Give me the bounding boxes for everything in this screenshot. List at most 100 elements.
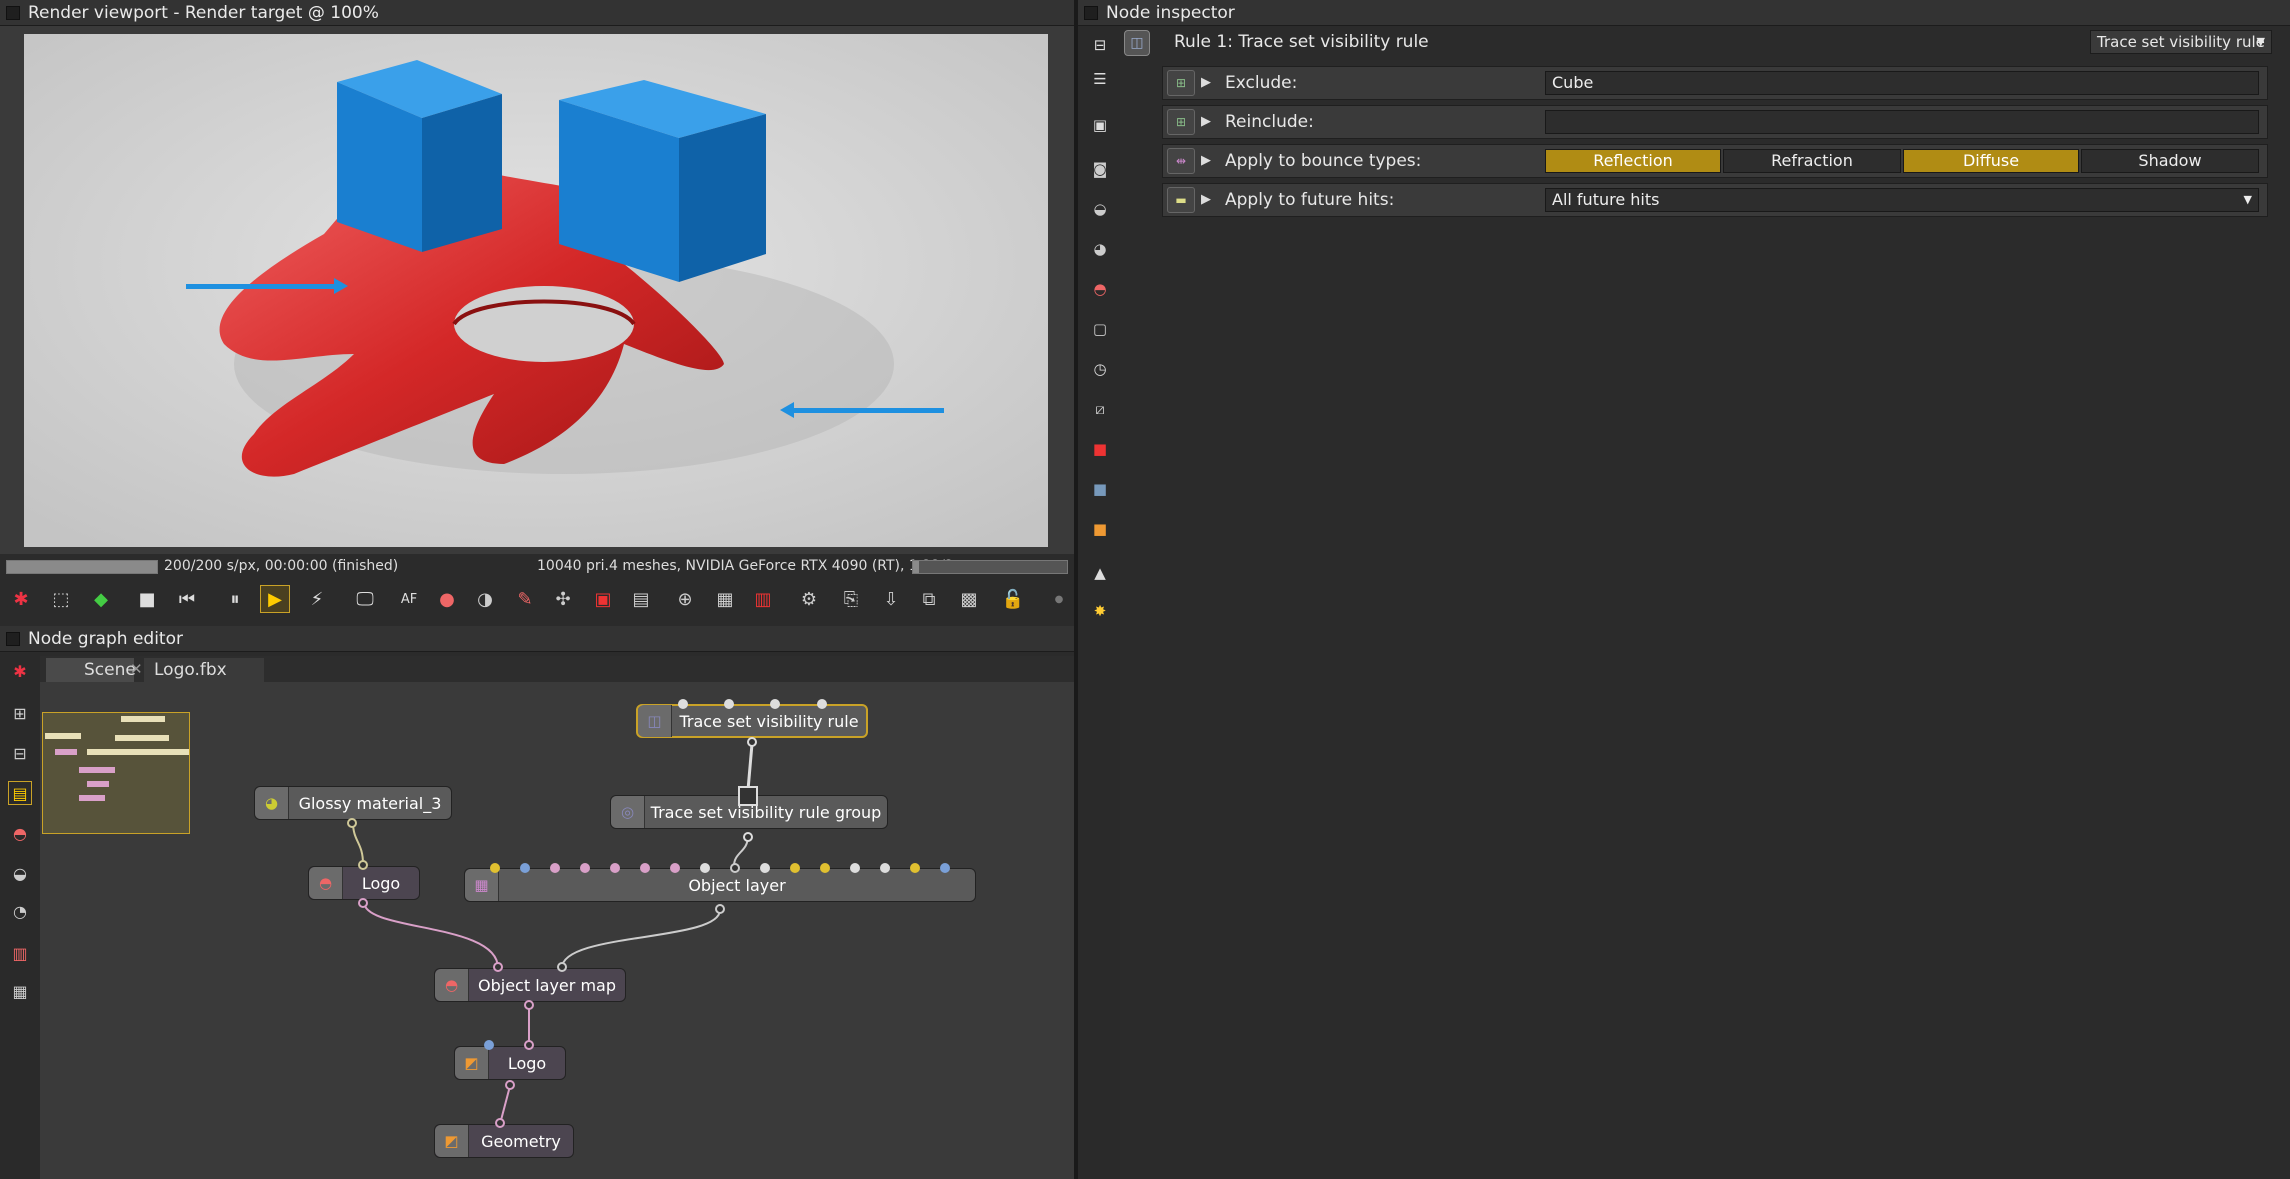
lightning-icon[interactable]: ⚡	[302, 585, 332, 613]
input-pin[interactable]	[524, 1040, 534, 1050]
output-pin[interactable]	[715, 904, 725, 914]
film-icon[interactable]: ▢	[1088, 318, 1112, 340]
output-pin[interactable]	[358, 898, 368, 908]
geometry-pin-icon[interactable]: ⊞	[1167, 109, 1195, 135]
panel-menu-icon[interactable]	[6, 632, 20, 646]
input-pin[interactable]	[678, 699, 688, 709]
camera-icon[interactable]: ◙	[1088, 158, 1112, 180]
curve-icon[interactable]: ⧄	[1088, 398, 1112, 420]
input-pin[interactable]	[770, 699, 780, 709]
node-object-layer-map[interactable]: ◓ Object layer map	[434, 968, 626, 1002]
input-pin[interactable]	[550, 863, 560, 873]
input-pin[interactable]	[640, 863, 650, 873]
image-icon[interactable]: ▣	[1088, 114, 1112, 136]
kernel-icon[interactable]: ◕	[1088, 238, 1112, 260]
clay-mode-icon[interactable]: ▥	[748, 585, 778, 613]
color-picker-icon[interactable]: ●	[432, 585, 462, 613]
input-pin[interactable]	[358, 860, 368, 870]
texture-icon[interactable]: ◔	[8, 899, 32, 923]
render-viewport[interactable]	[24, 34, 1048, 547]
input-pin[interactable]	[790, 863, 800, 873]
input-pin[interactable]	[484, 1040, 494, 1050]
input-pin[interactable]	[580, 863, 590, 873]
list-icon[interactable]: ☰	[1088, 68, 1112, 90]
node-object-layer[interactable]: ▦ Object layer	[464, 868, 976, 902]
output-pin[interactable]	[524, 1000, 534, 1010]
bounce-diffuse-toggle[interactable]: Diffuse	[1903, 149, 2079, 173]
expand-arrow-icon[interactable]: ▶	[1201, 145, 1211, 177]
play-icon[interactable]: ▶	[260, 585, 290, 613]
landscape-icon[interactable]: ▲	[1088, 562, 1112, 584]
input-pin[interactable]	[730, 863, 740, 873]
node-geometry[interactable]: ◩ Geometry	[434, 1124, 574, 1158]
input-pin[interactable]	[493, 962, 503, 972]
output-pin[interactable]	[743, 832, 753, 842]
input-pin[interactable]	[520, 863, 530, 873]
input-pin[interactable]	[817, 699, 827, 709]
tab-scene[interactable]: Scene	[46, 658, 136, 682]
blue-cube-icon[interactable]: ■	[1088, 478, 1112, 500]
input-pin[interactable]	[850, 863, 860, 873]
environment-icon[interactable]: ◒	[1088, 198, 1112, 220]
node-glossy-material[interactable]: ◕ Glossy material_3	[254, 786, 452, 820]
input-pin[interactable]	[700, 863, 710, 873]
render-region-icon[interactable]: ▣	[588, 585, 618, 613]
grid-icon[interactable]: ▦	[8, 979, 32, 1003]
output-pin[interactable]	[347, 818, 357, 828]
object-picker-icon[interactable]: ✎	[510, 585, 540, 613]
sub-sampling-icon[interactable]: ⚙	[794, 585, 824, 613]
input-pin[interactable]	[495, 1118, 505, 1128]
material-icon[interactable]: ◒	[8, 861, 32, 885]
input-pin[interactable]	[760, 863, 770, 873]
restart-icon[interactable]: ⏮	[172, 585, 202, 613]
material-picker-icon[interactable]: ◑	[470, 585, 500, 613]
bitmask-pin-icon[interactable]: ⇹	[1167, 148, 1195, 174]
light-icon[interactable]: ✸	[1088, 600, 1112, 622]
bounce-refraction-toggle[interactable]: Refraction	[1723, 149, 1901, 173]
expand-arrow-icon[interactable]: ▶	[1201, 106, 1211, 138]
expand-arrow-icon[interactable]: ▶	[1201, 67, 1211, 99]
viewport-options-icon[interactable]: ●	[1044, 585, 1074, 613]
reinclude-field[interactable]	[1545, 110, 2259, 134]
node-logo-material[interactable]: ◓ Logo	[308, 866, 420, 900]
export-passes-icon[interactable]: ⧉	[914, 585, 944, 613]
connection-handle[interactable]	[738, 786, 758, 806]
mesh-icon[interactable]: ◓	[8, 821, 32, 845]
autofocus-icon[interactable]: AF	[394, 585, 424, 613]
graph-mode-icon[interactable]: ▤	[8, 781, 32, 805]
close-tab-icon[interactable]: ✕	[130, 660, 143, 678]
node-trace-set-visibility-rule[interactable]: ◫ Trace set visibility rule	[636, 704, 868, 738]
input-pin[interactable]	[880, 863, 890, 873]
render-layer-icon[interactable]: ▥	[8, 941, 32, 965]
orange-cube-icon[interactable]: ■	[1088, 518, 1112, 540]
red-cube-icon[interactable]: ■	[1088, 438, 1112, 460]
film-region-icon[interactable]: ▤	[626, 585, 656, 613]
zoom-icon[interactable]: ⊕	[670, 585, 700, 613]
region-select-icon[interactable]: ⬚	[46, 585, 76, 613]
enum-pin-icon[interactable]: ▬	[1167, 187, 1195, 213]
mesh-icon[interactable]: ◓	[1088, 278, 1112, 300]
input-pin[interactable]	[940, 863, 950, 873]
octane-logo-icon[interactable]: ✱	[6, 585, 36, 613]
unlock-icon[interactable]: 🔓	[998, 585, 1028, 613]
output-pin[interactable]	[505, 1080, 515, 1090]
input-pin[interactable]	[670, 863, 680, 873]
geometry-pin-icon[interactable]: ⊞	[1167, 70, 1195, 96]
copy-clipboard-icon[interactable]: ⎘	[836, 585, 866, 613]
expand-arrow-icon[interactable]: ▶	[1201, 184, 1211, 216]
input-pin[interactable]	[820, 863, 830, 873]
bounce-reflection-toggle[interactable]: Reflection	[1545, 149, 1721, 173]
tab-logo-fbx[interactable]: Logo.fbx	[144, 658, 264, 682]
clock-icon[interactable]: ◷	[1088, 358, 1112, 380]
stop-icon[interactable]: ■	[132, 585, 162, 613]
graph-tree-icon[interactable]: ⊟	[8, 741, 32, 765]
color-cube-icon[interactable]: ◆	[86, 585, 116, 613]
pause-icon[interactable]: ⏸	[220, 585, 250, 613]
rule-type-dropdown[interactable]: Trace set visibility rule ▼	[2090, 30, 2272, 54]
node-logo-mesh[interactable]: ◩ Logo	[454, 1046, 566, 1080]
panel-menu-icon[interactable]	[1084, 6, 1098, 20]
octane-logo-icon[interactable]: ✱	[8, 659, 32, 683]
graph-layout-icon[interactable]: ⊞	[8, 701, 32, 725]
lock-resolution-icon[interactable]: ▦	[710, 585, 740, 613]
exclude-field[interactable]: Cube	[1545, 71, 2259, 95]
